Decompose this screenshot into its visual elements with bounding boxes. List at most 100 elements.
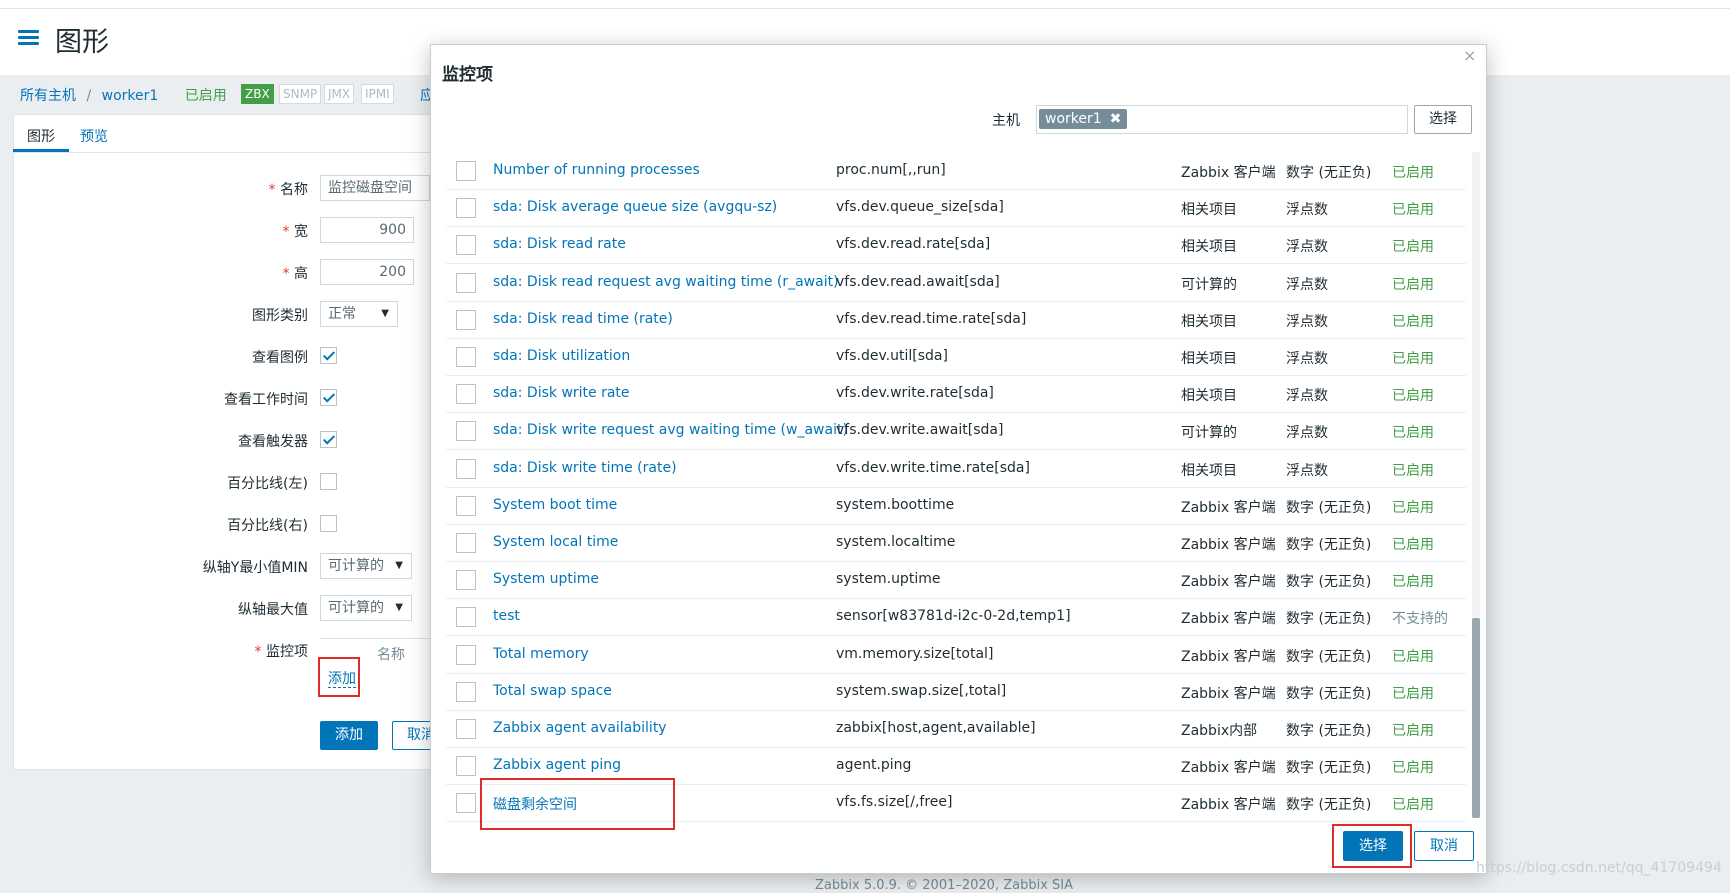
item-type: 相关项目 — [1181, 462, 1237, 479]
percentile-right-checkbox[interactable] — [320, 515, 337, 532]
item-checkbox[interactable] — [456, 161, 476, 181]
item-name-link[interactable]: System uptime — [493, 571, 599, 587]
item-value-type: 浮点数 — [1286, 388, 1328, 405]
selected-item-highlight — [480, 778, 675, 830]
item-checkbox[interactable] — [456, 533, 476, 553]
item-key: vfs.dev.write.rate[sda] — [836, 385, 994, 402]
item-checkbox[interactable] — [456, 607, 476, 628]
item-checkbox[interactable] — [456, 384, 476, 405]
show-triggers-checkbox[interactable] — [320, 431, 337, 448]
percentile-right-label: 百分比线(右) — [227, 518, 308, 534]
hamburger-menu-icon[interactable] — [18, 30, 39, 46]
item-name-link[interactable]: Zabbix agent availability — [493, 720, 667, 736]
item-row: sda: Disk average queue size (avgqu-sz) v… — [446, 189, 1466, 228]
item-value-type: 数字 (无正负) — [1286, 723, 1372, 739]
show-triggers-label: 查看触发器 — [238, 434, 308, 450]
remove-icon[interactable]: ✖ — [1110, 111, 1122, 127]
item-name-link[interactable]: sda: Disk utilization — [493, 348, 630, 364]
item-name-link[interactable]: sda: Disk read time (rate) — [493, 311, 673, 327]
percentile-left-label: 百分比线(左) — [227, 476, 308, 492]
host-select-button[interactable]: 选择 — [1414, 105, 1472, 134]
item-row: sda: Disk write request avg waiting time… — [446, 412, 1466, 451]
item-row: sda: Disk read time (rate) vfs.dev.read.t… — [446, 301, 1466, 339]
item-checkbox[interactable] — [456, 421, 476, 442]
item-checkbox[interactable] — [456, 570, 476, 591]
tab-preview[interactable]: 预览 — [80, 126, 108, 146]
item-checkbox[interactable] — [456, 719, 476, 739]
tab-graph[interactable]: 图形 — [27, 126, 55, 146]
item-value-type: 数字 (无正负) — [1286, 685, 1372, 702]
item-row: sda: Disk utilization vfs.dev.util[sda] 相关… — [446, 338, 1466, 376]
dialog-cancel-button[interactable]: 取消 — [1414, 831, 1474, 861]
item-checkbox[interactable] — [456, 756, 476, 777]
item-row: sda: Disk read request avg waiting time … — [446, 264, 1466, 302]
width-input[interactable]: 900 — [320, 217, 414, 243]
graph-type-select[interactable]: 正常 — [320, 301, 398, 327]
show-working-time-checkbox[interactable] — [320, 389, 337, 406]
tab-divider — [13, 152, 443, 153]
item-name-link[interactable]: System local time — [493, 534, 618, 550]
item-name-link[interactable]: Total swap space — [493, 683, 612, 699]
item-checkbox[interactable] — [456, 793, 476, 814]
name-label: 名称 — [48, 179, 308, 199]
item-checkbox[interactable] — [456, 235, 476, 256]
item-status: 已启用 — [1392, 797, 1434, 814]
item-key: vfs.dev.read.time.rate[sda] — [836, 310, 1027, 327]
items-list: Number of running processes proc.num[,,ru… — [446, 152, 1466, 832]
item-type: Zabbix内部 — [1181, 723, 1258, 739]
top-strip — [0, 0, 1730, 9]
show-legend-label: 查看图例 — [252, 350, 308, 366]
item-row: test sensor[w83781d-i2c-0-2d,temp1] Zabbix… — [446, 598, 1466, 637]
item-checkbox[interactable] — [456, 198, 476, 219]
breadcrumb-all-hosts[interactable]: 所有主机 — [20, 88, 76, 104]
item-value-type: 数字 (无正负) — [1286, 574, 1372, 591]
item-checkbox[interactable] — [456, 347, 476, 367]
item-row: System uptime system.uptime Zabbix 客户端 数字 (… — [446, 561, 1466, 600]
item-name-link[interactable]: Zabbix agent ping — [493, 757, 621, 773]
y-max-label: 纵轴最大值 — [238, 602, 308, 618]
item-checkbox[interactable] — [456, 272, 476, 293]
item-name-link[interactable]: sda: Disk write rate — [493, 385, 630, 401]
item-name-link[interactable]: Total memory — [493, 646, 589, 662]
add-button[interactable]: 添加 — [320, 721, 378, 750]
item-type: Zabbix 客户端 — [1181, 685, 1276, 702]
item-key: proc.num[,,run] — [836, 162, 946, 178]
interface-snmp-badge: SNMP — [279, 84, 322, 104]
percentile-left-checkbox[interactable] — [320, 473, 337, 490]
height-input[interactable]: 200 — [320, 259, 414, 285]
height-label: 高 — [48, 263, 308, 283]
host-chip: worker1 ✖ — [1039, 109, 1128, 129]
item-status: 已启用 — [1392, 574, 1434, 591]
y-min-select[interactable]: 可计算的 — [320, 553, 412, 579]
item-name-link[interactable]: sda: Disk write request avg waiting time… — [493, 422, 848, 438]
item-value-type: 浮点数 — [1286, 239, 1328, 256]
item-type: 相关项目 — [1181, 388, 1237, 405]
breadcrumb-host[interactable]: worker1 — [102, 88, 159, 104]
item-name-link[interactable]: sda: Disk read request avg waiting time … — [493, 274, 839, 290]
item-checkbox[interactable] — [456, 458, 476, 479]
item-checkbox[interactable] — [456, 681, 476, 702]
scrollbar-thumb[interactable] — [1472, 618, 1480, 818]
item-status: 已启用 — [1392, 685, 1434, 702]
item-name-link[interactable]: sda: Disk write time (rate) — [493, 460, 677, 476]
item-value-type: 数字 (无正负) — [1286, 797, 1372, 814]
item-name-link[interactable]: System boot time — [493, 497, 617, 513]
item-checkbox[interactable] — [456, 644, 476, 665]
y-max-select[interactable]: 可计算的 — [320, 595, 412, 621]
name-input[interactable]: 监控磁盘空间 — [320, 175, 430, 201]
host-status[interactable]: 已启用 — [185, 88, 227, 104]
item-name-link[interactable]: sda: Disk read rate — [493, 236, 626, 252]
add-link-highlight — [318, 657, 360, 697]
item-status: 已启用 — [1392, 760, 1434, 777]
item-name-link[interactable]: Number of running processes — [493, 162, 700, 178]
item-status: 已启用 — [1392, 351, 1434, 367]
item-checkbox[interactable] — [456, 309, 476, 330]
item-type: Zabbix 客户端 — [1181, 165, 1276, 181]
item-name-link[interactable]: sda: Disk average queue size (avgqu-sz) — [493, 199, 777, 215]
item-checkbox[interactable] — [456, 495, 476, 516]
item-name-link[interactable]: test — [493, 608, 520, 624]
item-value-type: 数字 (无正负) — [1286, 611, 1372, 628]
item-value-type: 数字 (无正负) — [1286, 165, 1372, 181]
close-icon[interactable]: × — [1463, 46, 1476, 65]
show-legend-checkbox[interactable] — [320, 347, 337, 364]
